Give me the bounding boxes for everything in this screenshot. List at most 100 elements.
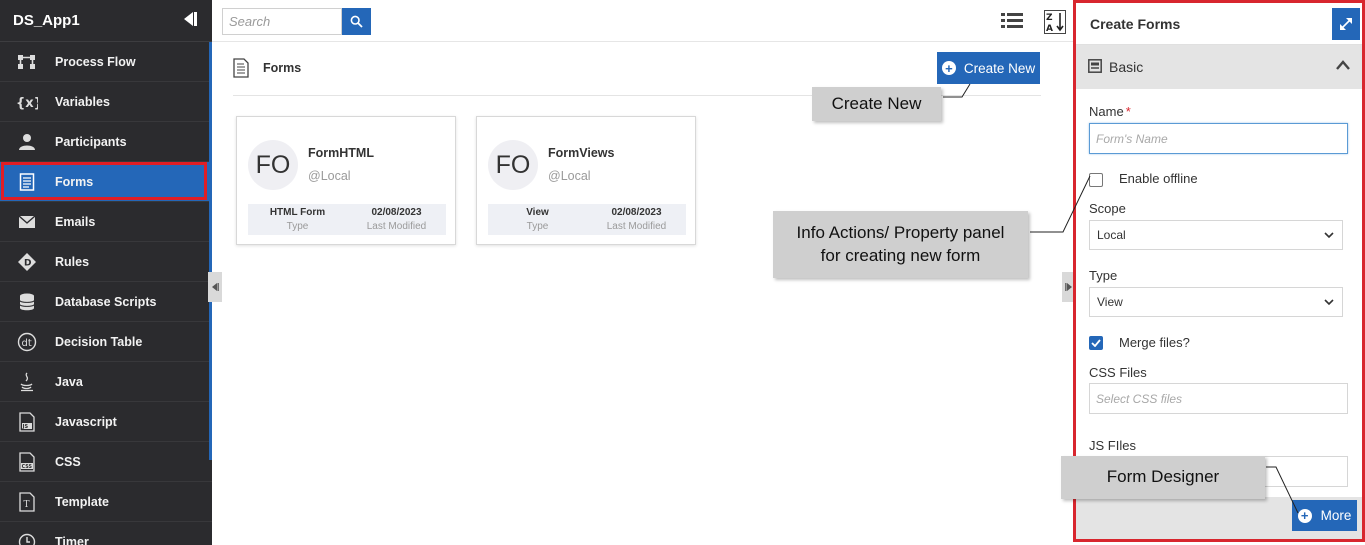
- form-card[interactable]: FO FormHTML @Local HTML Form Type 02/08/2…: [236, 116, 456, 245]
- sidebar-item-emails[interactable]: Emails: [0, 202, 212, 242]
- sidebar-item-javascript[interactable]: JS Javascript: [0, 402, 212, 442]
- sidebar-item-template[interactable]: T Template: [0, 482, 212, 522]
- sidebar-item-label: Decision Table: [55, 334, 143, 349]
- type-label: Type: [1089, 268, 1118, 283]
- form-card-title: FormViews: [548, 146, 615, 160]
- email-icon: [16, 212, 38, 232]
- enable-offline-checkbox[interactable]: [1089, 173, 1103, 187]
- form-card-meta: HTML Form Type 02/08/2023 Last Modified: [248, 204, 446, 235]
- sidebar-item-label: Process Flow: [55, 54, 136, 69]
- sidebar-item-variables[interactable]: {x} Variables: [0, 82, 212, 122]
- sidebar-item-database-scripts[interactable]: Database Scripts: [0, 282, 212, 322]
- sidebar-item-label: CSS: [55, 454, 81, 469]
- create-new-callout-text: Create New: [831, 93, 922, 113]
- sidebar-item-label: Variables: [55, 94, 110, 109]
- forms-page-icon: [233, 58, 249, 78]
- page-title: Forms: [263, 61, 302, 75]
- search-input[interactable]: [222, 8, 342, 35]
- forms-icon: [16, 172, 38, 192]
- template-icon: T: [16, 491, 38, 512]
- chevron-right-icon: [1065, 283, 1072, 291]
- sidebar-item-css[interactable]: CSS CSS: [0, 442, 212, 482]
- process-flow-icon: [16, 52, 38, 72]
- sidebar-item-label: Javascript: [55, 414, 117, 429]
- chevron-down-icon: [1324, 231, 1334, 238]
- required-marker: *: [1125, 104, 1131, 119]
- checkmark-icon: [1091, 339, 1101, 347]
- form-card-title: FormHTML: [308, 146, 374, 160]
- svg-text:JS: JS: [22, 424, 29, 430]
- enable-offline-label: Enable offline: [1119, 171, 1198, 186]
- more-button[interactable]: + More: [1292, 500, 1357, 531]
- last-modified-key: Last Modified: [606, 221, 667, 232]
- sidebar-item-label: Forms: [55, 174, 94, 189]
- form-card[interactable]: FO FormViews @Local View Type 02/08/2023 L…: [476, 116, 696, 245]
- last-modified-key: Last Modified: [366, 221, 427, 232]
- scope-value: Local: [1097, 228, 1126, 242]
- list-view-icon[interactable]: [1001, 12, 1023, 30]
- sort-alpha-icon[interactable]: ZA: [1044, 10, 1066, 34]
- chevron-down-icon: [1324, 298, 1334, 305]
- sidebar-item-forms[interactable]: Forms: [0, 162, 212, 202]
- sidebar-item-decision-table[interactable]: dt Decision Table: [0, 322, 212, 362]
- sidebar-item-java[interactable]: Java: [0, 362, 212, 402]
- sidebar-scrollbar[interactable]: [209, 42, 212, 460]
- js-files-label: JS FIles: [1089, 438, 1136, 453]
- svg-text:T: T: [24, 500, 30, 510]
- search-icon: [350, 15, 363, 28]
- svg-text:Z: Z: [1046, 13, 1053, 23]
- scope-label: Scope: [1089, 201, 1126, 216]
- sidebar-item-label: Emails: [55, 214, 96, 229]
- participants-icon: [16, 132, 38, 152]
- sidebar-item-timer[interactable]: Timer: [0, 522, 212, 545]
- collapse-sidebar-handle[interactable]: [208, 272, 222, 302]
- create-new-button[interactable]: + Create New: [937, 52, 1040, 84]
- sidebar-item-process-flow[interactable]: Process Flow: [0, 42, 212, 82]
- css-files-label: CSS Files: [1089, 365, 1147, 380]
- merge-files-label: Merge files?: [1119, 335, 1190, 350]
- form-type-key: Type: [526, 221, 549, 232]
- sidebar-item-label: Java: [55, 374, 83, 389]
- expand-icon: [1340, 18, 1352, 30]
- css-files-input[interactable]: [1089, 383, 1348, 414]
- sidebar-item-rules[interactable]: D Rules: [0, 242, 212, 282]
- top-toolbar: ZA: [212, 0, 1074, 42]
- database-icon: [16, 292, 38, 312]
- app-title: DS_App1: [13, 12, 80, 29]
- merge-files-checkbox[interactable]: [1089, 336, 1103, 350]
- svg-text:{x}: {x}: [16, 96, 38, 110]
- form-card-meta: View Type 02/08/2023 Last Modified: [488, 204, 686, 235]
- plus-circle-icon: +: [1297, 508, 1312, 523]
- chevron-up-icon: [1336, 60, 1350, 70]
- svg-text:A: A: [1046, 24, 1053, 34]
- form-designer-callout-text: Form Designer: [1106, 467, 1220, 487]
- sidebar-item-participants[interactable]: Participants: [0, 122, 212, 162]
- property-panel-callout-line2: for creating new form: [820, 245, 981, 265]
- form-type-value: HTML Form: [269, 207, 326, 218]
- type-value: View: [1097, 295, 1123, 309]
- sidebar-item-label: Timer: [55, 534, 89, 545]
- sidebar-item-label: Participants: [55, 134, 127, 149]
- form-type-key: Type: [286, 221, 309, 232]
- sidebar-item-label: Database Scripts: [55, 294, 157, 309]
- sidebar-item-label: Template: [55, 494, 109, 509]
- name-label-text: Name: [1089, 104, 1124, 119]
- collapse-sidebar-icon[interactable]: [180, 10, 198, 31]
- form-type-value: View: [526, 207, 549, 218]
- section-title: Basic: [1109, 59, 1144, 75]
- variables-icon: {x}: [16, 92, 38, 112]
- sidebar: DS_App1 Process Flow {x} Variables Parti…: [0, 0, 212, 545]
- search-button[interactable]: [342, 8, 371, 35]
- form-name-input[interactable]: [1089, 123, 1348, 154]
- avatar: FO: [248, 140, 298, 190]
- create-new-callout: Create New: [812, 87, 941, 121]
- panel-header: Create Forms: [1076, 3, 1362, 45]
- timer-icon: [16, 532, 38, 545]
- chevron-left-icon: [212, 283, 219, 291]
- expand-panel-button[interactable]: [1332, 8, 1360, 40]
- css-file-icon: CSS: [16, 451, 38, 472]
- scope-select[interactable]: Local: [1089, 220, 1343, 250]
- basic-section-header[interactable]: Basic: [1076, 45, 1362, 89]
- sidebar-item-label: Rules: [55, 254, 90, 269]
- type-select[interactable]: View: [1089, 287, 1343, 317]
